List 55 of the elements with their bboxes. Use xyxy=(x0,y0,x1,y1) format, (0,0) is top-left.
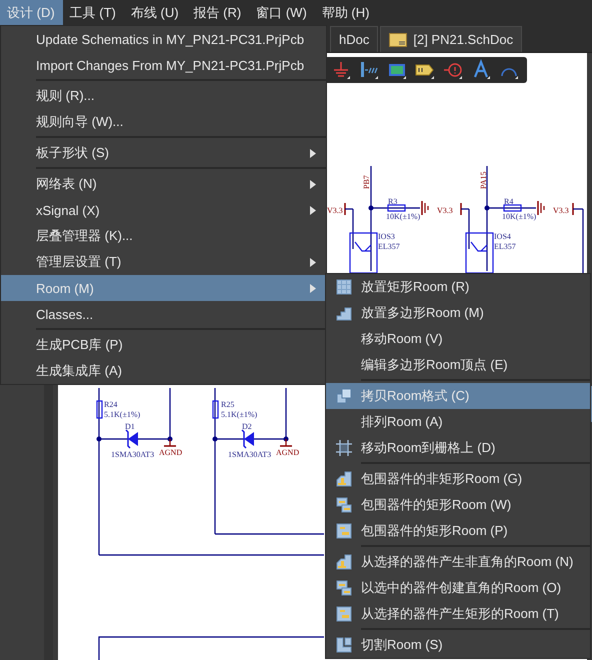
menu-item[interactable]: 编辑多边形Room顶点 (E) xyxy=(326,352,590,378)
menu-bar-item[interactable]: 帮助 (H) xyxy=(314,0,378,25)
menu-item[interactable]: 管理层设置 (T) xyxy=(1,249,326,275)
part-label: R3 xyxy=(388,197,398,206)
menu-item[interactable]: 规则向导 (W)... xyxy=(1,109,326,135)
menu-item[interactable]: 放置多边形Room (M) xyxy=(326,300,590,326)
part-label: D1 xyxy=(125,422,135,431)
net-label: V3.3 xyxy=(437,206,453,215)
net-label: AGND xyxy=(159,448,182,457)
net-label: PB7 xyxy=(362,175,371,189)
part-label: R25 xyxy=(221,400,234,409)
menu-item[interactable]: 切割Room (S) xyxy=(326,632,590,658)
part-label: 10K(±1%) xyxy=(502,212,536,221)
menu-item[interactable]: 板子形状 (S) xyxy=(1,140,326,166)
part-label: R4 xyxy=(504,197,514,206)
menu-item[interactable]: Classes... xyxy=(1,301,326,327)
menu-bar-item[interactable]: 报告 (R) xyxy=(186,0,250,25)
menu-item[interactable]: 以选中的器件创建直角的Room (O) xyxy=(326,575,590,601)
document-tab[interactable]: [2] PN21.SchDoc xyxy=(380,26,522,52)
net-label: V3.3 xyxy=(327,206,343,215)
menu-item[interactable]: 包围器件的矩形Room (P) xyxy=(326,518,590,544)
menu-item[interactable]: 生成PCB库 (P) xyxy=(1,332,326,358)
menu-item[interactable]: 移动Room到栅格上 (D) xyxy=(326,435,590,461)
menu-item[interactable]: Import Changes From MY_PN21-PC31.PrjPcb xyxy=(1,52,326,78)
part-label: 1SMA30AT3 xyxy=(111,450,154,459)
menu-item[interactable]: 规则 (R)... xyxy=(1,83,326,109)
net-label: V3.3 xyxy=(553,206,569,215)
menu-item[interactable]: 从选择的器件产生非直角的Room (N) xyxy=(326,549,590,575)
part-label: 1SMA30AT3 xyxy=(228,450,272,459)
menu-item[interactable]: 放置矩形Room (R) xyxy=(326,274,590,300)
menu-item[interactable]: 包围器件的非矩形Room (G) xyxy=(326,466,590,492)
document-tab[interactable]: hDoc xyxy=(330,26,378,52)
menu-item[interactable]: 网络表 (N) xyxy=(1,171,326,197)
menu-bar-item[interactable]: 布线 (U) xyxy=(124,0,187,25)
part-label: 10K(±1%) xyxy=(386,212,420,221)
part-label: 5.1K(±1%) xyxy=(221,410,258,419)
menu-item[interactable]: 从选择的器件产生矩形的Room (T) xyxy=(326,601,590,627)
menu-item[interactable]: 包围器件的矩形Room (W) xyxy=(326,492,590,518)
part-label: IOS3 xyxy=(378,232,395,241)
net-label: AGND xyxy=(276,448,300,457)
menu-bar-item[interactable]: 工具 (T) xyxy=(62,0,124,25)
menu-item[interactable]: 移动Room (V) xyxy=(326,326,590,352)
part-label: EL357 xyxy=(494,242,516,251)
menu-item[interactable]: 排列Room (A) xyxy=(326,409,590,435)
part-label: D2 xyxy=(242,422,252,431)
part-label: EL357 xyxy=(378,242,400,251)
menu-item[interactable]: 层叠管理器 (K)... xyxy=(1,223,326,249)
menu-item[interactable]: Update Schematics in MY_PN21-PC31.PrjPcb xyxy=(1,26,326,52)
part-label: 5.1K(±1%) xyxy=(104,410,140,419)
part-label: IOS4 xyxy=(494,232,511,241)
menu-item[interactable]: 生成集成库 (A) xyxy=(1,358,326,384)
net-label: PA15 xyxy=(479,172,488,189)
menu-item[interactable]: xSignal (X) xyxy=(1,197,326,223)
part-label: R24 xyxy=(104,400,118,409)
menu-bar-item[interactable]: 窗口 (W) xyxy=(249,0,315,25)
